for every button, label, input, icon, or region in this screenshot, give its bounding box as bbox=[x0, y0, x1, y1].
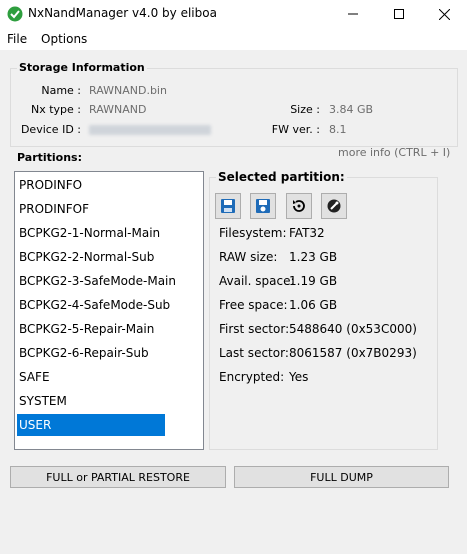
menu-file[interactable]: File bbox=[7, 32, 27, 46]
first-sector-label: First sector: bbox=[219, 322, 290, 336]
restore-button[interactable] bbox=[286, 193, 312, 219]
fw-label: FW ver. : bbox=[271, 123, 320, 136]
full-dump-button[interactable]: FULL DUMP bbox=[234, 466, 449, 488]
fw-value: 8.1 bbox=[329, 123, 347, 136]
close-icon bbox=[438, 8, 450, 20]
maximize-icon bbox=[394, 9, 404, 19]
deviceid-label: Device ID : bbox=[20, 123, 81, 136]
filesystem-label: Filesystem: bbox=[219, 226, 287, 240]
minimize-icon bbox=[348, 13, 358, 15]
dump-to-folder-button[interactable] bbox=[250, 193, 276, 219]
rawsize-label: RAW size: bbox=[219, 250, 278, 264]
avail-space-value: 1.19 GB bbox=[289, 274, 338, 288]
nxtype-value: RAWNAND bbox=[89, 103, 147, 116]
partitions-list[interactable]: PRODINFO PRODINFOF BCPKG2-1-Normal-Main … bbox=[14, 171, 204, 450]
name-value: RAWNAND.bin bbox=[89, 84, 167, 97]
free-space-value: 1.06 GB bbox=[289, 298, 338, 312]
first-sector-value: 5488640 (0x53C000) bbox=[289, 322, 417, 336]
last-sector-value: 8061587 (0x7B0293) bbox=[289, 346, 417, 360]
partitions-title: Partitions: bbox=[17, 151, 83, 164]
list-item[interactable]: BCPKG2-1-Normal-Main bbox=[17, 222, 165, 244]
free-space-label: Free space: bbox=[219, 298, 288, 312]
size-label: Size : bbox=[290, 103, 320, 116]
deviceid-value-redacted bbox=[89, 125, 211, 135]
list-item[interactable]: PRODINFOF bbox=[17, 198, 165, 220]
list-item[interactable]: BCPKG2-6-Repair-Sub bbox=[17, 342, 165, 364]
list-item[interactable]: BCPKG2-4-SafeMode-Sub bbox=[17, 294, 170, 316]
list-item[interactable]: BCPKG2-2-Normal-Sub bbox=[17, 246, 165, 268]
filesystem-value: FAT32 bbox=[289, 226, 325, 240]
list-item[interactable]: BCPKG2-3-SafeMode-Main bbox=[17, 270, 176, 292]
close-button[interactable] bbox=[421, 0, 467, 28]
menu-options[interactable]: Options bbox=[41, 32, 87, 46]
more-info-link[interactable]: more info (CTRL + I) bbox=[338, 146, 450, 159]
list-item[interactable]: SYSTEM bbox=[17, 390, 165, 412]
selected-partition-title: Selected partition: bbox=[216, 170, 347, 184]
list-item[interactable]: SAFE bbox=[17, 366, 165, 388]
app-leaf-icon bbox=[7, 6, 23, 22]
dump-to-folder-icon bbox=[256, 199, 270, 213]
encrypted-value: Yes bbox=[289, 370, 309, 384]
nxtype-label: Nx type : bbox=[30, 103, 81, 116]
list-item-selected[interactable]: USER bbox=[17, 414, 165, 436]
minimize-button[interactable] bbox=[330, 0, 376, 28]
name-label: Name : bbox=[41, 84, 81, 97]
window-title: NxNandManager v4.0 by eliboa bbox=[28, 6, 217, 20]
last-sector-label: Last sector: bbox=[219, 346, 289, 360]
dump-button[interactable] bbox=[215, 193, 241, 219]
maximize-button[interactable] bbox=[376, 0, 422, 28]
restore-icon bbox=[293, 200, 305, 212]
encrypted-label: Encrypted: bbox=[219, 370, 285, 384]
crypto-icon bbox=[327, 199, 341, 213]
rawsize-value: 1.23 GB bbox=[289, 250, 338, 264]
crypto-button[interactable] bbox=[321, 193, 347, 219]
list-item[interactable]: BCPKG2-5-Repair-Main bbox=[17, 318, 165, 340]
full-partial-restore-button[interactable]: FULL or PARTIAL RESTORE bbox=[10, 466, 226, 488]
avail-space-label: Avail. space: bbox=[219, 274, 295, 288]
list-item[interactable]: PRODINFO bbox=[17, 174, 165, 196]
storage-info-title: Storage Information bbox=[17, 61, 147, 74]
size-value: 3.84 GB bbox=[329, 103, 374, 116]
dump-icon bbox=[221, 199, 235, 213]
